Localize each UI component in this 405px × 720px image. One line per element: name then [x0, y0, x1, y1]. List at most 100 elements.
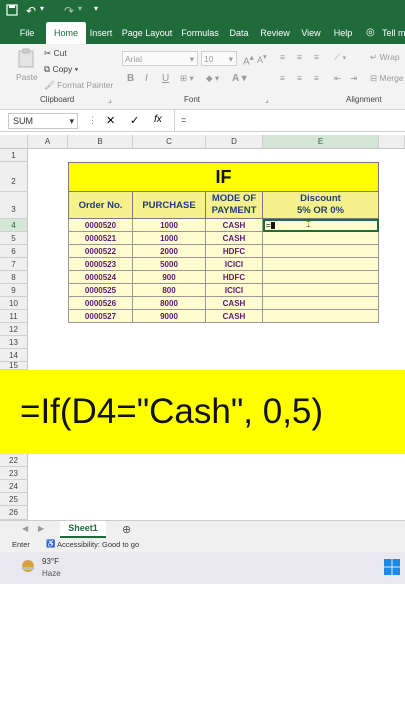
- font-grow-icon[interactable]: A▴: [243, 52, 254, 67]
- cell-purchase[interactable]: 5000: [133, 258, 206, 271]
- align-right-icon[interactable]: ≡: [314, 73, 319, 83]
- align-top-icon[interactable]: ≡: [280, 52, 285, 62]
- borders-icon[interactable]: ⊞ ▾: [180, 73, 194, 84]
- paste-button[interactable]: Paste: [16, 72, 38, 82]
- tab-help[interactable]: Help: [330, 22, 356, 44]
- cut-button[interactable]: ✂ Cut: [44, 48, 67, 59]
- row-header[interactable]: 1: [0, 149, 28, 162]
- cell-payment-mode[interactable]: HDFC: [206, 245, 263, 258]
- orientation-icon[interactable]: ⟋ ▾: [334, 52, 346, 63]
- font-shrink-icon[interactable]: A▾: [257, 52, 267, 65]
- row-header[interactable]: 12: [0, 323, 28, 336]
- cell-purchase[interactable]: 8000: [133, 297, 206, 310]
- wrap-text-button[interactable]: ↵ Wrap: [370, 52, 400, 63]
- cell-purchase[interactable]: 1000: [133, 219, 206, 232]
- cell-order-no[interactable]: 0000524: [68, 271, 133, 284]
- dialog-launcher-icon[interactable]: ⌟: [265, 95, 269, 104]
- cell-payment-mode[interactable]: ICICI: [206, 258, 263, 271]
- row-header[interactable]: 13: [0, 336, 28, 349]
- header-mode-of-payment[interactable]: MODE OF PAYMENT: [206, 192, 263, 219]
- cell-purchase[interactable]: 9000: [133, 310, 206, 323]
- paste-icon[interactable]: [18, 48, 34, 70]
- cell-order-no[interactable]: 0000525: [68, 284, 133, 297]
- insert-function-button[interactable]: fx: [154, 114, 162, 125]
- cell-order-no[interactable]: 0000520: [68, 219, 133, 232]
- cell-purchase[interactable]: 2000: [133, 245, 206, 258]
- font-name-select[interactable]: Arial ▾: [122, 51, 198, 66]
- column-header-e[interactable]: E: [263, 135, 379, 149]
- add-sheet-icon[interactable]: ⊕: [122, 523, 131, 536]
- column-header-c[interactable]: C: [133, 135, 206, 149]
- cell-discount[interactable]: [263, 310, 379, 323]
- sheet-tab[interactable]: Sheet1: [60, 521, 106, 538]
- tab-view[interactable]: View: [298, 22, 324, 44]
- accessibility-status[interactable]: Accessibility: Good to go: [57, 540, 139, 549]
- column-header-f[interactable]: [379, 135, 405, 149]
- tab-file[interactable]: File: [16, 22, 38, 44]
- undo-dropdown-icon[interactable]: ▾: [40, 4, 44, 13]
- cell-payment-mode[interactable]: CASH: [206, 297, 263, 310]
- undo-icon[interactable]: ↶: [26, 4, 36, 18]
- align-bottom-icon[interactable]: ≡: [314, 52, 319, 62]
- row-header[interactable]: 14: [0, 349, 28, 362]
- cell-payment-mode[interactable]: HDFC: [206, 271, 263, 284]
- tab-formulas[interactable]: Formulas: [180, 22, 220, 44]
- next-sheet-icon[interactable]: ▶: [38, 524, 44, 533]
- cancel-icon[interactable]: ✕: [106, 114, 115, 127]
- cell-discount[interactable]: [263, 245, 379, 258]
- select-all-corner[interactable]: [0, 135, 28, 149]
- save-icon[interactable]: [6, 4, 18, 19]
- cell-payment-mode[interactable]: CASH: [206, 232, 263, 245]
- tab-data[interactable]: Data: [226, 22, 252, 44]
- cell-purchase[interactable]: 800: [133, 284, 206, 297]
- tab-page-layout[interactable]: Page Layout: [120, 22, 174, 44]
- redo-dropdown-icon[interactable]: ▾: [78, 4, 82, 13]
- cell-order-no[interactable]: 0000522: [68, 245, 133, 258]
- accessibility-icon[interactable]: ♿: [46, 539, 55, 548]
- decrease-indent-icon[interactable]: ⇤: [334, 73, 341, 84]
- tab-review[interactable]: Review: [258, 22, 292, 44]
- row-header[interactable]: 9: [0, 284, 28, 297]
- fill-color-icon[interactable]: ◆ ▾: [206, 73, 219, 84]
- tab-tell-me[interactable]: Tell me: [382, 22, 405, 44]
- underline-button[interactable]: U: [162, 73, 169, 84]
- header-order-no[interactable]: Order No.: [68, 192, 133, 219]
- row-header[interactable]: 3: [0, 192, 28, 219]
- enter-icon[interactable]: ✓: [130, 114, 139, 127]
- row-header[interactable]: 26: [0, 506, 28, 520]
- cell-discount[interactable]: [263, 232, 379, 245]
- redo-icon[interactable]: ↷: [64, 4, 74, 18]
- header-purchase[interactable]: PURCHASE: [133, 192, 206, 219]
- table-title[interactable]: IF: [68, 162, 379, 192]
- row-header[interactable]: 23: [0, 467, 28, 480]
- row-header[interactable]: 10: [0, 297, 28, 310]
- column-header-b[interactable]: B: [68, 135, 133, 149]
- cell-order-no[interactable]: 0000527: [68, 310, 133, 323]
- row-header[interactable]: 25: [0, 493, 28, 506]
- row-header[interactable]: 2: [0, 162, 28, 192]
- copy-button[interactable]: ⧉ Copy ▾: [44, 64, 78, 75]
- row-header[interactable]: 6: [0, 245, 28, 258]
- cell-order-no[interactable]: 0000523: [68, 258, 133, 271]
- bold-button[interactable]: B: [127, 73, 134, 84]
- row-header[interactable]: 8: [0, 271, 28, 284]
- align-middle-icon[interactable]: ≡: [297, 52, 302, 62]
- windows-start-icon[interactable]: [384, 559, 400, 577]
- cell-payment-mode[interactable]: CASH: [206, 219, 263, 232]
- align-center-icon[interactable]: ≡: [297, 73, 302, 83]
- font-size-select[interactable]: 10 ▾: [201, 51, 237, 66]
- italic-button[interactable]: I: [145, 73, 148, 84]
- cell-order-no[interactable]: 0000526: [68, 297, 133, 310]
- name-box[interactable]: SUM ▾: [8, 113, 78, 129]
- cell-payment-mode[interactable]: ICICI: [206, 284, 263, 297]
- cell-discount[interactable]: [263, 284, 379, 297]
- row-header[interactable]: 15: [0, 362, 28, 370]
- column-header-d[interactable]: D: [206, 135, 263, 149]
- active-cell-e4[interactable]: = ⌶: [263, 219, 379, 232]
- formula-input[interactable]: =: [174, 110, 405, 132]
- increase-indent-icon[interactable]: ⇥: [350, 73, 357, 84]
- column-header-a[interactable]: A: [28, 135, 68, 149]
- tab-insert[interactable]: Insert: [88, 22, 114, 44]
- dialog-launcher-icon[interactable]: ⌟: [108, 95, 112, 104]
- cell-discount[interactable]: [263, 271, 379, 284]
